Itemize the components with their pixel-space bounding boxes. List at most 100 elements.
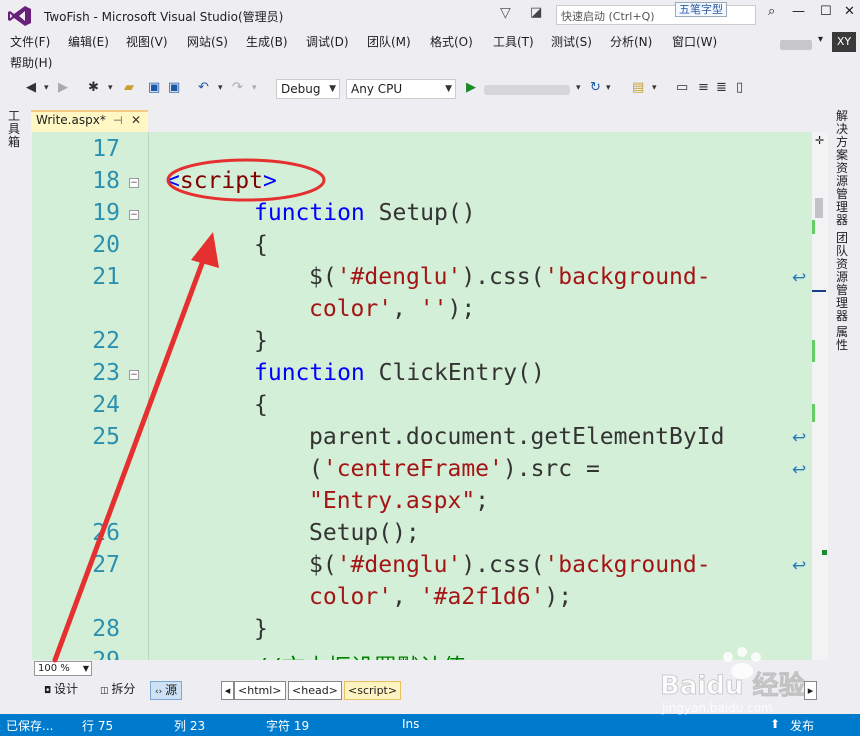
code-token: ).css( [461, 264, 545, 290]
chevron-down-icon[interactable]: ▾ [818, 34, 823, 45]
breadcrumb-html[interactable]: <html> [234, 681, 286, 700]
chevron-down-icon[interactable]: ▾ [576, 83, 581, 93]
scrollbar-thumb[interactable] [815, 198, 823, 218]
code-token: ); [544, 584, 573, 610]
menu-build[interactable]: 生成(B) [246, 33, 288, 51]
team-explorer-tab[interactable]: 团队资源管理器 [836, 232, 850, 323]
code-token: > [262, 168, 277, 194]
bookmark-icon[interactable]: ▯ [736, 80, 743, 95]
menu-file[interactable]: 文件(F) [10, 33, 50, 51]
publish-button[interactable]: 发布 [790, 717, 814, 734]
breadcrumb-scroll-left[interactable]: ◂ [221, 681, 234, 700]
browser-link-icon[interactable]: ▤ [632, 80, 644, 95]
properties-tab[interactable]: 属性 [836, 326, 850, 352]
comment-icon[interactable]: ≡ [698, 80, 709, 95]
code-token: $( [309, 264, 337, 290]
open-folder-icon[interactable]: ▰ [124, 80, 134, 95]
refresh-icon[interactable]: ↻ [590, 80, 601, 95]
breadcrumb-scroll-right[interactable]: ▸ [804, 681, 817, 700]
menu-view[interactable]: 视图(V) [126, 33, 168, 51]
menu-debug[interactable]: 调试(D) [306, 33, 349, 51]
menu-test[interactable]: 测试(S) [551, 33, 592, 51]
chevron-down-icon[interactable]: ▾ [652, 83, 657, 93]
solution-configuration-select[interactable]: Debug ▼ [276, 79, 340, 99]
back-icon[interactable]: ◀ [26, 80, 36, 95]
split-editor-icon[interactable]: ✛ [815, 134, 824, 147]
tab-write-aspx[interactable]: Write.aspx* ⊣ ✕ [31, 110, 148, 132]
code-line[interactable]: { [254, 232, 268, 258]
avatar[interactable]: XY [832, 32, 856, 52]
forward-icon[interactable]: ▶ [58, 80, 68, 95]
code-token: ClickEntry() [364, 360, 545, 386]
menu-help[interactable]: 帮助(H) [10, 54, 52, 72]
breadcrumb-script[interactable]: <script> [344, 681, 402, 700]
code-line[interactable]: //文本框设置默认值 [254, 648, 466, 660]
code-line[interactable]: { [254, 392, 268, 418]
code-line[interactable]: Setup(); [309, 520, 420, 546]
code-line[interactable]: parent.document.getElementById [309, 424, 724, 450]
solution-platform-select[interactable]: Any CPU ▼ [346, 79, 456, 99]
fold-toggle-icon[interactable]: − [129, 178, 139, 188]
code-line[interactable]: color', ''); [309, 296, 475, 322]
code-line[interactable]: } [254, 616, 268, 642]
undo-icon[interactable]: ↶ [198, 80, 209, 95]
menu-format[interactable]: 格式(O) [430, 33, 473, 51]
minimize-button[interactable]: — [792, 4, 805, 19]
chevron-down-icon: ▼ [329, 84, 336, 94]
code-line[interactable]: function Setup() [254, 200, 476, 226]
chevron-down-icon[interactable]: ▾ [108, 83, 113, 93]
code-token: '#denglu' [336, 552, 462, 578]
close-icon[interactable]: ✕ [131, 113, 141, 127]
save-all-icon[interactable]: ▣ [168, 80, 180, 95]
menu-website[interactable]: 网站(S) [187, 33, 228, 51]
code-editor[interactable]: 17 18− <script> 19− function Setup() 20{21 $('… [32, 132, 812, 660]
zoom-select[interactable]: 100 % ▼ [34, 661, 92, 676]
menu-team[interactable]: 团队(M) [367, 33, 411, 51]
browser-target[interactable] [484, 85, 570, 95]
chevron-down-icon[interactable]: ▾ [44, 83, 49, 93]
close-button[interactable]: ✕ [844, 4, 855, 19]
code-token: $( [309, 552, 337, 578]
solution-explorer-tab[interactable]: 解决方案资源管理器 [836, 110, 850, 227]
code-line[interactable]: function ClickEntry() [254, 360, 545, 386]
menu-tools[interactable]: 工具(T) [493, 33, 534, 51]
redo-icon[interactable]: ↷ [232, 80, 243, 95]
toolbox-tab[interactable]: 工具箱 [8, 110, 22, 149]
code-line[interactable]: "Entry.aspx"; [309, 488, 489, 514]
source-view-button[interactable]: ‹› 源 [150, 681, 183, 700]
maximize-button[interactable]: ☐ [820, 4, 832, 19]
new-project-icon[interactable]: ✱ [88, 80, 99, 95]
save-icon[interactable]: ▣ [148, 80, 160, 95]
publish-icon[interactable]: ⬆ [770, 717, 780, 731]
code-line[interactable]: $('#denglu').css('background- [309, 264, 711, 290]
split-label: 拆分 [111, 682, 136, 696]
uncomment-icon[interactable]: ≣ [716, 80, 727, 95]
code-line[interactable]: } [254, 328, 268, 354]
code-token: color' [309, 296, 393, 322]
chevron-down-icon[interactable]: ▾ [606, 83, 611, 93]
chevron-down-icon[interactable]: ▾ [218, 83, 223, 93]
fold-toggle-icon[interactable]: − [129, 210, 139, 220]
menu-window[interactable]: 窗口(W) [672, 33, 717, 51]
format-document-icon[interactable]: ▭ [676, 80, 688, 95]
split-view-button[interactable]: ◫ 拆分 [96, 681, 139, 700]
vertical-scrollbar[interactable]: ✛ [812, 132, 828, 660]
menu-edit[interactable]: 编辑(E) [68, 33, 109, 51]
code-line[interactable]: $('#denglu').css('background- [309, 552, 711, 578]
code-line[interactable]: ('centreFrame').src = [309, 456, 600, 482]
search-icon[interactable]: ⌕ [768, 4, 775, 19]
design-view-button[interactable]: ◘ 设计 [40, 681, 82, 700]
start-debugging-icon[interactable]: ▶ [466, 80, 476, 95]
code-line[interactable]: <script> [166, 168, 277, 194]
chevron-down-icon[interactable]: ▾ [252, 83, 257, 93]
fold-toggle-icon[interactable]: − [129, 370, 139, 380]
breadcrumb-head[interactable]: <head> [288, 681, 342, 700]
notification-filter-icon[interactable]: ▽ [500, 5, 511, 21]
code-line[interactable]: color', '#a2f1d6'); [309, 584, 572, 610]
source-icon: ‹› [155, 687, 166, 697]
feedback-icon[interactable]: ◪ [530, 5, 542, 20]
pin-icon[interactable]: ⊣ [113, 114, 123, 127]
status-insert-mode: Ins [402, 717, 420, 731]
menu-analyze[interactable]: 分析(N) [610, 33, 652, 51]
user-name[interactable] [780, 40, 812, 50]
